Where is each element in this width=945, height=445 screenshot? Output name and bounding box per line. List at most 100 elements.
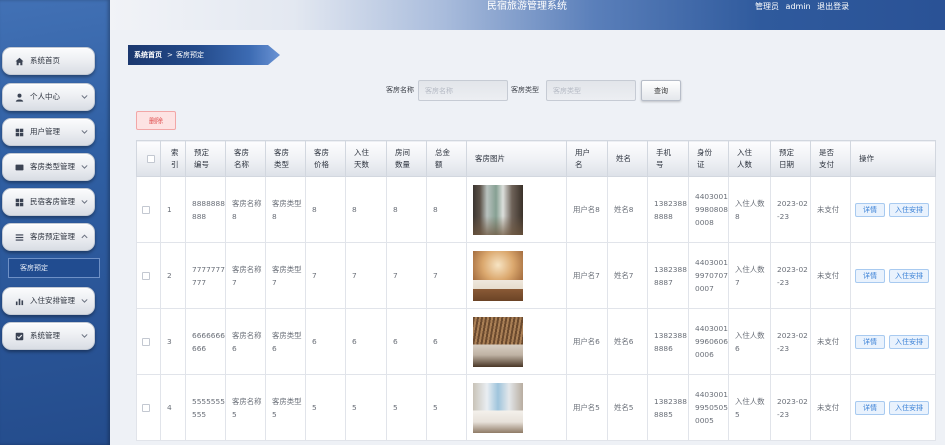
name-text: 姓名6 — [614, 337, 634, 346]
cell-booking-date: 2023-02-23 — [770, 308, 811, 375]
header-stay-days[interactable]: 入住天数 — [345, 140, 387, 177]
query-button[interactable]: 查询 — [641, 80, 681, 101]
guest-count-text: 入住人数8 — [735, 198, 765, 221]
cell-id-card: 440300199707070007 — [688, 242, 729, 309]
header-index[interactable]: 索引 — [160, 140, 186, 177]
detail-button[interactable]: 详情 — [855, 334, 885, 349]
row-checkbox[interactable] — [142, 404, 150, 412]
header-total-amount[interactable]: 总金额 — [426, 140, 467, 177]
table-header-row: 索引 预定编号 客房名称 客房类型 客房价格 入住天数 房间数量 总金额 客房图… — [136, 140, 936, 177]
row-checkbox[interactable] — [142, 338, 150, 346]
header-label: 索引 — [171, 147, 179, 169]
room-name-text: 客房名称7 — [232, 264, 262, 287]
cell-room-type: 客房类型6 — [265, 308, 306, 375]
id-card-text: 440300199606060006 — [695, 324, 728, 359]
username-text: 用户名8 — [573, 205, 600, 214]
username: admin — [785, 2, 811, 11]
header-room-image[interactable]: 客房图片 — [466, 140, 567, 177]
phone-text: 13823888885 — [654, 396, 687, 419]
booking-table: 索引 预定编号 客房名称 客房类型 客房价格 入住天数 房间数量 总金额 客房图… — [136, 140, 936, 441]
cell-actions: 详情 入住安排 — [850, 242, 936, 309]
header-label: 房间数量 — [395, 147, 410, 169]
index-text: 3 — [167, 337, 172, 346]
index-text: 4 — [167, 403, 172, 412]
name-text: 姓名7 — [614, 271, 634, 280]
room-type-text: 客房类型6 — [272, 330, 302, 353]
row-checkbox[interactable] — [142, 272, 150, 280]
room-count-text: 8 — [393, 205, 398, 214]
detail-button[interactable]: 详情 — [855, 400, 885, 415]
sidebar-item-bookings[interactable]: 客房预定管理 — [2, 223, 95, 251]
sidebar-item-users[interactable]: 用户管理 — [2, 118, 95, 146]
cell-username: 用户名8 — [566, 176, 608, 243]
checkin-button[interactable]: 入住安排 — [889, 202, 929, 217]
select-all-checkbox[interactable] — [147, 155, 155, 163]
room-price-text: 5 — [312, 403, 317, 412]
header-id-card[interactable]: 身份证 — [688, 140, 729, 177]
header-booking-date[interactable]: 预定日期 — [770, 140, 811, 177]
header-room-type[interactable]: 客房类型 — [265, 140, 306, 177]
sidebar-item-label: 客房类型管理 — [30, 162, 75, 171]
index-text: 1 — [167, 205, 172, 214]
cell-booking-date: 2023-02-23 — [770, 374, 811, 441]
sidebar-item-system[interactable]: 系统管理 — [2, 322, 95, 350]
breadcrumb-home[interactable]: 系统首页 — [134, 45, 162, 65]
header-room-count[interactable]: 房间数量 — [386, 140, 427, 177]
cell-image — [466, 308, 567, 375]
cell-paid: 未支付 — [810, 308, 851, 375]
room-name-input[interactable] — [418, 80, 508, 101]
checkin-button[interactable]: 入住安排 — [889, 334, 929, 349]
header-phone[interactable]: 手机号 — [647, 140, 689, 177]
detail-button[interactable]: 详情 — [855, 268, 885, 283]
cell-image — [466, 242, 567, 309]
sidebar-item-home[interactable]: 系统首页 — [2, 47, 95, 75]
cell-username: 用户名5 — [566, 374, 608, 441]
header-label: 用户名 — [575, 147, 590, 169]
header-label: 客房价格 — [314, 147, 329, 169]
cell-total-amount: 7 — [426, 242, 467, 309]
checkin-button[interactable]: 入住安排 — [889, 400, 929, 415]
name-text: 姓名5 — [614, 403, 634, 412]
room-price-text: 6 — [312, 337, 317, 346]
logout-link[interactable]: 退出登录 — [817, 2, 849, 11]
header-username[interactable]: 用户名 — [566, 140, 608, 177]
header-name[interactable]: 姓名 — [607, 140, 648, 177]
header-label: 入住天数 — [354, 147, 369, 169]
cell-index: 1 — [160, 176, 186, 243]
guest-count-text: 入住人数5 — [735, 396, 765, 419]
sidebar-item-profile[interactable]: 个人中心 — [2, 83, 95, 111]
header-room-price[interactable]: 客房价格 — [305, 140, 346, 177]
cell-room-type: 客房类型8 — [265, 176, 306, 243]
breadcrumb: 系统首页 > 客房预定 — [128, 45, 280, 65]
header-room-name[interactable]: 客房名称 — [225, 140, 266, 177]
index-text: 2 — [167, 271, 172, 280]
detail-button[interactable]: 详情 — [855, 202, 885, 217]
delete-button[interactable]: 删除 — [136, 111, 176, 130]
total-amount-text: 8 — [433, 205, 438, 214]
cell-name: 姓名6 — [607, 308, 648, 375]
cell-select — [136, 308, 161, 375]
header-booking-no[interactable]: 预定编号 — [185, 140, 226, 177]
checkin-button[interactable]: 入住安排 — [889, 268, 929, 283]
row-checkbox[interactable] — [142, 206, 150, 214]
user-info: 管理员 admin 退出登录 — [755, 2, 853, 12]
room-image — [473, 382, 523, 433]
room-type-input[interactable] — [546, 80, 636, 101]
header-label: 入住人数 — [737, 147, 752, 169]
sidebar-item-room-types[interactable]: 客房类型管理 — [2, 153, 95, 181]
header-label: 客房类型 — [274, 147, 289, 169]
room-image — [473, 250, 523, 301]
header-paid[interactable]: 是否支付 — [810, 140, 851, 177]
sidebar-item-rooms[interactable]: 民宿客房管理 — [2, 188, 95, 216]
chevron-down-icon — [80, 331, 89, 340]
chevron-down-icon — [80, 162, 89, 171]
cell-name: 姓名5 — [607, 374, 648, 441]
sidebar-item-checkin[interactable]: 入住安排管理 — [2, 287, 95, 315]
header-label: 客房名称 — [234, 147, 249, 169]
username-text: 用户名7 — [573, 271, 600, 280]
cell-index: 4 — [160, 374, 186, 441]
header-guest-count[interactable]: 入住人数 — [728, 140, 771, 177]
grid-icon — [15, 198, 24, 207]
cell-room-name: 客房名称7 — [225, 242, 266, 309]
sidebar-subitem-booking[interactable]: 客房预定 — [8, 258, 100, 278]
